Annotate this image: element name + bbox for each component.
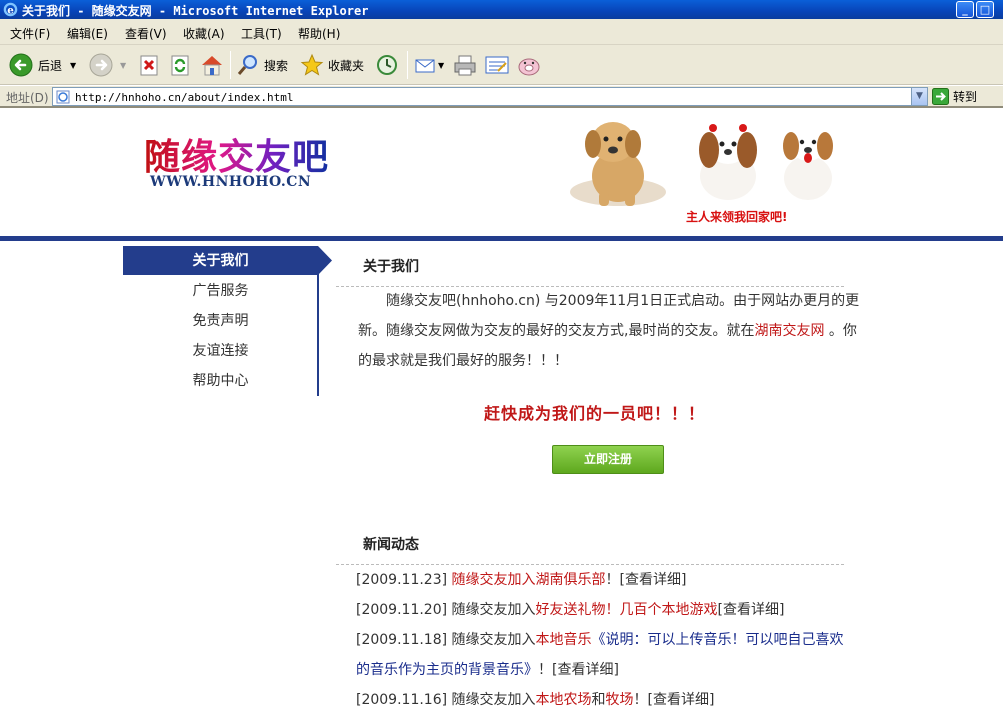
header-divider [0,236,1003,241]
history-icon [377,55,397,75]
news-link[interactable]: 本地农场 [536,692,592,708]
search-label: 搜索 [264,58,289,73]
address-url: http://hnhoho.cn/about/index.html [75,91,294,104]
messenger-pig-icon [518,58,540,76]
menu-help[interactable]: 帮助(H) [298,25,340,42]
messenger-button[interactable] [516,51,542,79]
favorites-button[interactable]: 收藏夹 [300,51,364,79]
menu-file[interactable]: 文件(F) [10,25,50,42]
menu-view[interactable]: 查看(V) [125,25,167,42]
printer-icon [454,55,476,76]
news-date: [2009.11.16] [356,692,448,708]
address-dropdown-icon[interactable]: ▼ [911,88,927,105]
puppies-image [570,122,833,206]
news-link[interactable]: 牧场 [606,692,634,708]
news-link[interactable]: 随缘交友加入湖南俱乐部 [452,572,606,588]
news-link[interactable]: 本地音乐 [536,632,592,648]
back-button[interactable]: 后退 ▼ [8,51,76,79]
news-date: [2009.11.23] [356,572,448,588]
title-bar: e 关于我们 - 随缘交友网 - Microsoft Internet Expl… [0,0,1003,19]
join-cta: 赶快成为我们的一员吧！！！ [484,404,706,423]
forward-arrow-icon [89,53,113,77]
news-item[interactable]: [2009.11.20] 随缘交友加入好友送礼物！几百个本地游戏[查看详细] [356,595,856,625]
home-button[interactable] [199,51,225,79]
news-text[interactable]: ！[查看详细] [634,692,715,708]
history-button[interactable] [375,51,399,79]
mail-icon [415,59,435,73]
news-text: 和 [591,692,606,708]
site-logo[interactable]: 随缘交友吧 [144,128,329,180]
sidebar-nav: 关于我们 广告服务 免责声明 友谊连接 帮助中心 [123,246,333,396]
stop-button[interactable] [137,51,161,79]
mail-button[interactable]: ▼ [414,51,444,79]
back-label: 后退 [38,58,63,73]
address-bar: 地址(D) http://hnhoho.cn/about/index.html … [0,86,1003,108]
news-item[interactable]: [2009.11.18] 随缘交友加入本地音乐《说明：可以上传音乐！可以吧自己喜… [356,625,856,685]
about-title: 关于我们 [363,259,419,275]
address-input[interactable]: http://hnhoho.cn/about/index.html ▼ [52,87,928,106]
print-button[interactable] [452,51,478,79]
go-label: 转到 [953,90,978,104]
menu-edit[interactable]: 编辑(E) [67,25,108,42]
menu-bar: 文件(F) 编辑(E) 查看(V) 收藏(A) 工具(T) 帮助(H) [0,19,1003,45]
sidebar-item-about[interactable]: 关于我们 [123,246,318,276]
maximize-button[interactable]: □ [976,1,994,18]
news-prefix: 随缘交友加入 [447,602,536,618]
refresh-icon [171,55,189,76]
address-label: 地址(D) [6,91,49,105]
toolbar-separator [230,51,231,79]
go-arrow-icon [932,88,949,105]
page-viewport: 随缘交友吧 WWW.HNHOHO.CN 主人来领我回家吧! 关于我们 广告服务 … [0,110,1003,711]
news-text[interactable]: ！[查看详细] [606,572,687,588]
news-date: [2009.11.20] [356,602,448,618]
news-item[interactable]: [2009.11.23] 随缘交友加入湖南俱乐部！[查看详细] [356,565,856,595]
news-link[interactable]: 好友送礼物！几百个本地游戏 [536,602,718,618]
edit-page-icon [485,56,509,74]
news-item[interactable]: [2009.11.16] 随缘交友加入本地农场和牧场！[查看详细] [356,685,856,711]
hunan-dating-link[interactable]: 湖南交友网 [754,323,824,339]
back-arrow-icon [9,53,33,77]
news-date: [2009.11.18] [356,632,448,648]
forward-dropdown-icon[interactable]: ▼ [120,61,126,70]
news-prefix: 随缘交友加入 [447,692,536,708]
star-icon [300,53,324,76]
ie-icon: e [3,2,18,17]
sidebar-item-ads[interactable]: 广告服务 [123,276,318,306]
news-text[interactable]: ！[查看详细] [538,662,619,678]
menu-tools[interactable]: 工具(T) [241,25,282,42]
back-dropdown-icon[interactable]: ▼ [70,61,76,70]
site-domain: WWW.HNHOHO.CN [150,174,312,190]
forward-button[interactable]: ▼ [88,51,126,79]
mail-dropdown-icon[interactable]: ▼ [438,61,444,70]
search-button[interactable]: 搜索 [236,51,288,79]
go-button[interactable]: 转到 [932,88,977,105]
stop-icon [140,55,158,76]
toolbar: 后退 ▼ ▼ 搜索 收藏夹 ▼ [0,45,1003,85]
sidebar-item-help[interactable]: 帮助中心 [123,366,318,396]
toolbar-separator [407,51,408,79]
news-text[interactable]: [查看详细] [718,602,785,618]
edit-button[interactable] [484,51,510,79]
page-icon [56,90,70,104]
window-title: 关于我们 - 随缘交友网 - Microsoft Internet Explor… [22,4,369,18]
header-banner: 主人来领我回家吧! [563,114,843,226]
about-paragraph: 随缘交友吧(hnhoho.cn) 与2009年11月1日正式启动。由于网站办更月… [358,286,860,376]
register-button[interactable]: 立即注册 [552,445,664,474]
banner-slogan: 主人来领我回家吧! [686,210,788,224]
sidebar-item-disclaimer[interactable]: 免责声明 [123,306,318,336]
menu-favorites[interactable]: 收藏(A) [183,25,225,42]
sidebar-item-links[interactable]: 友谊连接 [123,336,318,366]
search-icon [237,55,257,75]
svg-text:e: e [7,4,14,16]
news-title: 新闻动态 [363,537,419,553]
refresh-button[interactable] [168,51,192,79]
news-prefix: 随缘交友加入 [447,632,536,648]
home-icon [202,56,222,76]
minimize-button[interactable]: _ [956,1,974,18]
news-list: [2009.11.23] 随缘交友加入湖南俱乐部！[查看详细] [2009.11.… [356,565,856,711]
favorites-label: 收藏夹 [328,58,365,73]
